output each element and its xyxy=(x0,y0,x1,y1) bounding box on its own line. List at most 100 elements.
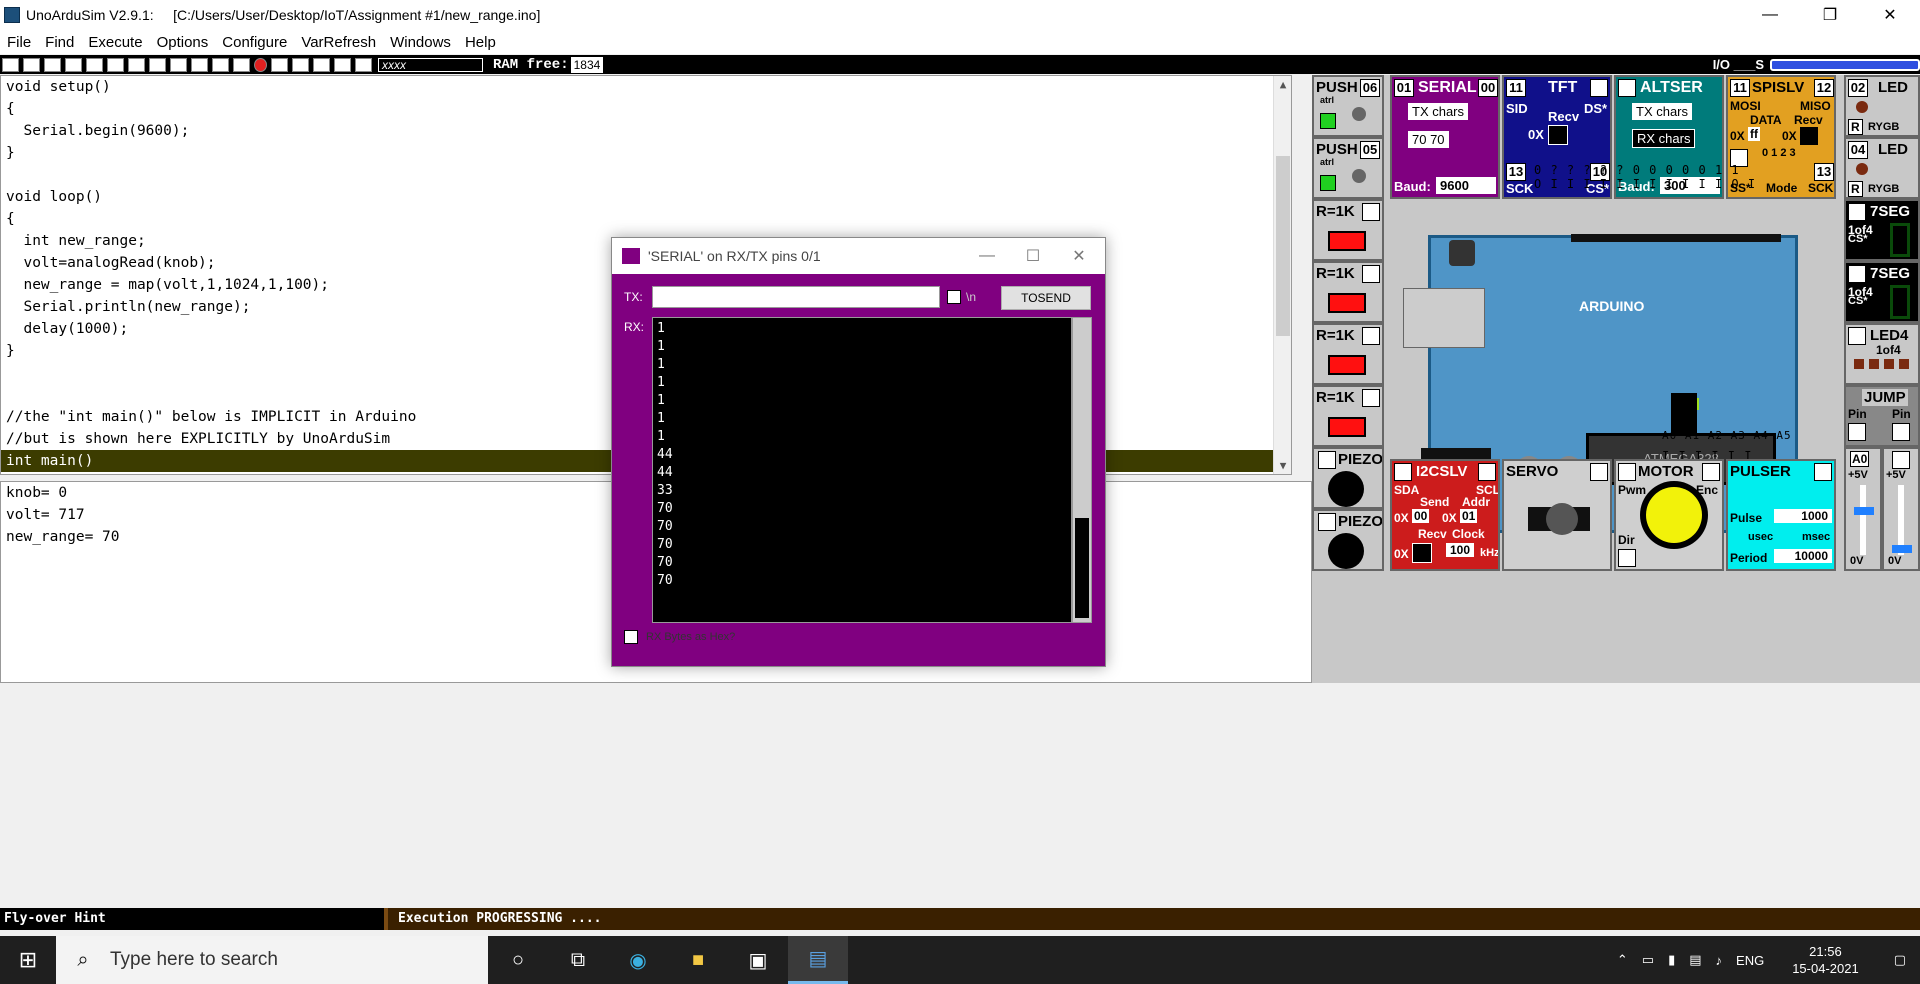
minimize-button[interactable]: — xyxy=(1740,0,1800,30)
jump-pin1-box[interactable] xyxy=(1848,423,1866,441)
rx-scroll-thumb[interactable] xyxy=(1075,518,1089,618)
open-file-icon[interactable] xyxy=(2,57,19,72)
seg-pin-box[interactable] xyxy=(1848,203,1866,221)
a1-pin-box[interactable] xyxy=(1892,451,1910,469)
code-scrollbar[interactable]: ▲ ▼ xyxy=(1273,76,1291,474)
tft-checkbox[interactable] xyxy=(1590,79,1608,97)
pulser-usec[interactable]: usec xyxy=(1748,531,1773,543)
seg-pin-box[interactable] xyxy=(1848,265,1866,283)
dialog-maximize-button[interactable]: ☐ xyxy=(1010,238,1056,274)
task-view-icon[interactable]: ⧉ xyxy=(548,936,608,984)
menu-find[interactable]: Find xyxy=(38,34,81,51)
file-explorer-icon[interactable]: ■ xyxy=(668,936,728,984)
led-pin[interactable]: 02 xyxy=(1848,79,1868,97)
reset-icon[interactable] xyxy=(233,57,250,72)
next-func-icon[interactable] xyxy=(65,57,82,72)
code-scroll-thumb[interactable] xyxy=(1276,156,1290,336)
halt-icon[interactable] xyxy=(212,57,229,72)
resistor-slider-icon[interactable] xyxy=(1328,231,1366,251)
pulser-pulse-value[interactable]: 1000 xyxy=(1774,509,1832,523)
resistor-pin-box[interactable] xyxy=(1362,265,1380,283)
tft-sck-pin[interactable]: 13 xyxy=(1506,163,1526,181)
i2c-send-value[interactable]: 00 xyxy=(1412,509,1430,523)
code-line[interactable]: void loop() xyxy=(1,186,1291,208)
tft-pin[interactable]: 11 xyxy=(1506,79,1526,97)
pulser-pin-box[interactable] xyxy=(1814,463,1832,481)
notifications-icon[interactable]: ▢ xyxy=(1880,952,1920,968)
store-icon[interactable]: ▣ xyxy=(728,936,788,984)
motor-enc-box[interactable] xyxy=(1702,463,1720,481)
code-line[interactable] xyxy=(1,164,1291,186)
scroll-down-icon[interactable]: ▼ xyxy=(1274,459,1291,472)
cortana-icon[interactable]: ○ xyxy=(488,936,548,984)
spi-data-value[interactable]: ff xyxy=(1748,127,1760,141)
led4-pin-box[interactable] xyxy=(1848,327,1866,345)
a0-slider-track[interactable] xyxy=(1860,485,1866,555)
i2c-pin-box[interactable] xyxy=(1394,463,1412,481)
tray-language[interactable]: ENG xyxy=(1729,953,1771,968)
piezo-pin-box[interactable] xyxy=(1318,513,1336,531)
serial-pin-left[interactable]: 01 xyxy=(1394,79,1414,97)
run-to-icon[interactable] xyxy=(149,57,166,72)
dialog-minimize-button[interactable]: — xyxy=(964,238,1010,274)
code-line[interactable]: { xyxy=(1,208,1291,230)
resistor-slider-icon[interactable] xyxy=(1328,293,1366,313)
spi-pin-left[interactable]: 11 xyxy=(1730,79,1750,97)
tray-device-icon[interactable]: ▭ xyxy=(1635,952,1661,968)
tray-network-icon[interactable]: ▤ xyxy=(1682,952,1708,968)
tosend-button[interactable]: TOSEND xyxy=(1001,286,1091,310)
led-color-select[interactable]: R xyxy=(1848,119,1863,135)
step-into-icon[interactable] xyxy=(86,57,103,72)
resistor-slider-icon[interactable] xyxy=(1328,355,1366,375)
code-line[interactable]: } xyxy=(1,142,1291,164)
menu-file[interactable]: File xyxy=(0,34,38,51)
jump-pin2-box[interactable] xyxy=(1892,423,1910,441)
tray-battery-icon[interactable]: ▮ xyxy=(1661,952,1682,968)
code-line[interactable]: void setup() xyxy=(1,76,1291,98)
menu-execute[interactable]: Execute xyxy=(81,34,149,51)
tray-volume-icon[interactable]: ♪ xyxy=(1709,953,1730,968)
tray-chevron-icon[interactable]: ⌃ xyxy=(1610,952,1635,968)
find-next-icon[interactable] xyxy=(334,57,351,72)
rx-scrollbar[interactable] xyxy=(1072,317,1092,623)
piezo-pin-box[interactable] xyxy=(1318,451,1336,469)
spi-pin-right[interactable]: 12 xyxy=(1814,79,1834,97)
a1-slider-thumb[interactable] xyxy=(1892,545,1912,553)
help-icon[interactable] xyxy=(292,57,309,72)
scroll-up-icon[interactable]: ▲ xyxy=(1274,78,1291,91)
windows-start-icon[interactable]: ⊞ xyxy=(0,936,56,984)
serial-baud-select[interactable]: 9600 xyxy=(1436,177,1496,194)
spi-sck-pin[interactable]: 13 xyxy=(1814,163,1834,181)
code-line[interactable]: Serial.begin(9600); xyxy=(1,120,1291,142)
binoculars-icon[interactable] xyxy=(355,57,372,72)
save-file-icon[interactable] xyxy=(23,57,40,72)
pulser-period-value[interactable]: 10000 xyxy=(1774,549,1832,563)
reset-button[interactable] xyxy=(1449,240,1475,266)
tx-input[interactable] xyxy=(652,286,940,308)
led-pin[interactable]: 04 xyxy=(1848,141,1868,159)
restore-button[interactable]: ❐ xyxy=(1800,0,1860,30)
menu-options[interactable]: Options xyxy=(150,34,216,51)
prev-func-icon[interactable] xyxy=(44,57,61,72)
find-prev-icon[interactable] xyxy=(313,57,330,72)
resistor-pin-box[interactable] xyxy=(1362,203,1380,221)
a0-pin[interactable]: A0 xyxy=(1850,451,1870,467)
menu-configure[interactable]: Configure xyxy=(215,34,294,51)
push-pin-number[interactable]: 05 xyxy=(1360,141,1380,159)
io-speed-slider[interactable] xyxy=(1770,58,1920,71)
altser-rx-chars[interactable]: RX chars xyxy=(1632,129,1696,148)
motor-pin-box[interactable] xyxy=(1618,463,1636,481)
resistor-pin-box[interactable] xyxy=(1362,327,1380,345)
menu-varrefresh[interactable]: VarRefresh xyxy=(294,34,383,51)
altser-checkbox[interactable] xyxy=(1618,79,1636,97)
serial-tx-chars[interactable]: TX chars xyxy=(1408,103,1469,120)
download-icon[interactable] xyxy=(271,57,288,72)
push-knob-icon[interactable] xyxy=(1352,169,1366,183)
led-color-select[interactable]: R xyxy=(1848,181,1863,197)
run-until-icon[interactable] xyxy=(170,57,187,72)
taskbar-search-box[interactable]: ⌕ Type here to search xyxy=(56,936,488,984)
pulser-msec[interactable]: msec xyxy=(1802,531,1830,543)
rx-output-area[interactable]: 1 1 1 1 1 1 1 44 44 33 70 70 70 70 70 xyxy=(652,317,1072,623)
step-over-icon[interactable] xyxy=(107,57,124,72)
a0-slider-thumb[interactable] xyxy=(1854,507,1874,515)
